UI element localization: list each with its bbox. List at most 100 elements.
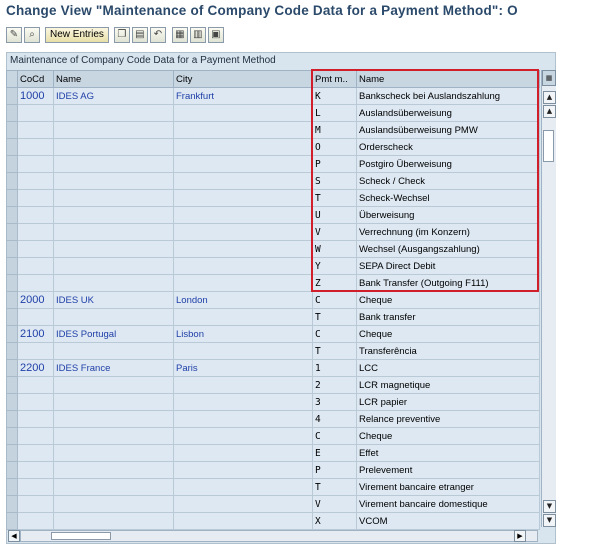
cell-payment-method[interactable]: 1 (312, 359, 357, 377)
row-selector-header[interactable] (6, 70, 18, 88)
row-selector[interactable] (6, 155, 18, 173)
cell-city[interactable] (173, 223, 313, 241)
row-selector[interactable] (6, 342, 18, 360)
cell-payment-method[interactable]: W (312, 240, 357, 258)
new-entries-button[interactable]: New Entries (45, 27, 109, 43)
cell-cocd[interactable]: 2200 (17, 359, 54, 377)
deselect-all-icon[interactable]: ▣ (207, 27, 224, 43)
table-row[interactable]: Z Bank Transfer (Outgoing F111) (6, 274, 540, 292)
cell-payment-method-name[interactable]: Verrechnung (im Konzern) (356, 223, 540, 241)
cell-payment-method-name[interactable]: Transferência (356, 342, 540, 360)
table-row[interactable]: P Postgiro Überweisung (6, 155, 540, 173)
delete-icon[interactable]: ▤ (131, 27, 148, 43)
table-row[interactable]: C Cheque (6, 427, 540, 445)
cell-company-name[interactable] (53, 172, 174, 190)
cell-company-name[interactable] (53, 138, 174, 156)
cell-payment-method-name[interactable]: Virement bancaire etranger (356, 478, 540, 496)
cell-cocd[interactable] (17, 257, 54, 275)
cell-cocd[interactable] (17, 478, 54, 496)
find-icon[interactable]: ⌕ (24, 27, 40, 43)
table-row[interactable]: 3 LCR papier (6, 393, 540, 411)
table-row[interactable]: L Auslandsüberweisung (6, 104, 540, 122)
cell-payment-method-name[interactable]: Prelevement (356, 461, 540, 479)
cell-cocd[interactable] (17, 223, 54, 241)
cell-payment-method[interactable]: U (312, 206, 357, 224)
cell-payment-method[interactable]: T (312, 308, 357, 326)
cell-payment-method[interactable]: T (312, 342, 357, 360)
cell-company-name[interactable] (53, 342, 174, 360)
cell-company-name[interactable] (53, 444, 174, 462)
vertical-scrollbar[interactable]: ▦ ▲ ▲ ▼ ▼ (541, 70, 556, 527)
horizontal-scroll-thumb[interactable] (51, 532, 111, 540)
cell-city[interactable] (173, 189, 313, 207)
cell-cocd[interactable]: 2000 (17, 291, 54, 309)
cell-city[interactable] (173, 308, 313, 326)
cell-payment-method[interactable]: C (312, 291, 357, 309)
table-row[interactable]: 4 Relance preventive (6, 410, 540, 428)
table-row[interactable]: U Überweisung (6, 206, 540, 224)
cell-city[interactable] (173, 138, 313, 156)
cell-payment-method[interactable]: 2 (312, 376, 357, 394)
cell-company-name[interactable] (53, 393, 174, 411)
cell-city[interactable] (173, 444, 313, 462)
horizontal-scrollbar[interactable] (20, 530, 538, 542)
cell-cocd[interactable]: 2100 (17, 325, 54, 343)
table-row[interactable]: 2000 IDES UK London C Cheque (6, 291, 540, 309)
scroll-left-icon[interactable]: ◀ (8, 530, 20, 542)
row-selector[interactable] (6, 274, 18, 292)
cell-payment-method-name[interactable]: LCR papier (356, 393, 540, 411)
table-row[interactable]: 2200 IDES France Paris 1 LCC (6, 359, 540, 377)
cell-payment-method-name[interactable]: Auslandsüberweisung (356, 104, 540, 122)
cell-cocd[interactable] (17, 444, 54, 462)
table-row[interactable]: W Wechsel (Ausgangszahlung) (6, 240, 540, 258)
cell-payment-method[interactable]: E (312, 444, 357, 462)
cell-city[interactable] (173, 257, 313, 275)
cell-payment-method[interactable]: T (312, 478, 357, 496)
cell-payment-method[interactable]: C (312, 325, 357, 343)
cell-payment-method-name[interactable]: Effet (356, 444, 540, 462)
cell-city[interactable] (173, 478, 313, 496)
cell-city[interactable] (173, 104, 313, 122)
cell-cocd[interactable] (17, 495, 54, 513)
cell-payment-method[interactable]: 3 (312, 393, 357, 411)
cell-city[interactable]: Frankfurt (173, 87, 313, 105)
cell-payment-method-name[interactable]: Cheque (356, 291, 540, 309)
display-change-icon[interactable]: ✎ (6, 27, 22, 43)
row-selector[interactable] (6, 461, 18, 479)
select-all-icon[interactable]: ▦ (171, 27, 188, 43)
cell-city[interactable] (173, 427, 313, 445)
table-row[interactable]: 2 LCR magnetique (6, 376, 540, 394)
cell-payment-method[interactable]: 4 (312, 410, 357, 428)
cell-payment-method[interactable]: O (312, 138, 357, 156)
select-block-icon[interactable]: ▥ (189, 27, 206, 43)
table-row[interactable]: T Virement bancaire etranger (6, 478, 540, 496)
cell-cocd[interactable] (17, 308, 54, 326)
table-row[interactable]: E Effet (6, 444, 540, 462)
cell-payment-method-name[interactable]: Orderscheck (356, 138, 540, 156)
row-selector[interactable] (6, 410, 18, 428)
cell-city[interactable] (173, 393, 313, 411)
row-selector[interactable] (6, 172, 18, 190)
cell-cocd[interactable] (17, 376, 54, 394)
cell-cocd[interactable] (17, 206, 54, 224)
cell-company-name[interactable] (53, 155, 174, 173)
cell-cocd[interactable] (17, 155, 54, 173)
cell-payment-method-name[interactable]: Cheque (356, 427, 540, 445)
cell-payment-method[interactable]: C (312, 427, 357, 445)
table-row[interactable]: T Bank transfer (6, 308, 540, 326)
cell-company-name[interactable] (53, 189, 174, 207)
row-selector[interactable] (6, 427, 18, 445)
row-selector[interactable] (6, 359, 18, 377)
cell-city[interactable] (173, 206, 313, 224)
cell-payment-method-name[interactable]: Überweisung (356, 206, 540, 224)
cell-company-name[interactable] (53, 478, 174, 496)
row-selector[interactable] (6, 325, 18, 343)
cell-company-name[interactable] (53, 410, 174, 428)
cell-payment-method[interactable]: V (312, 495, 357, 513)
row-selector[interactable] (6, 308, 18, 326)
row-selector[interactable] (6, 121, 18, 139)
cell-city[interactable] (173, 376, 313, 394)
scroll-right-icon[interactable]: ▶ (514, 530, 526, 542)
cell-cocd[interactable] (17, 393, 54, 411)
cell-payment-method-name[interactable]: Scheck / Check (356, 172, 540, 190)
